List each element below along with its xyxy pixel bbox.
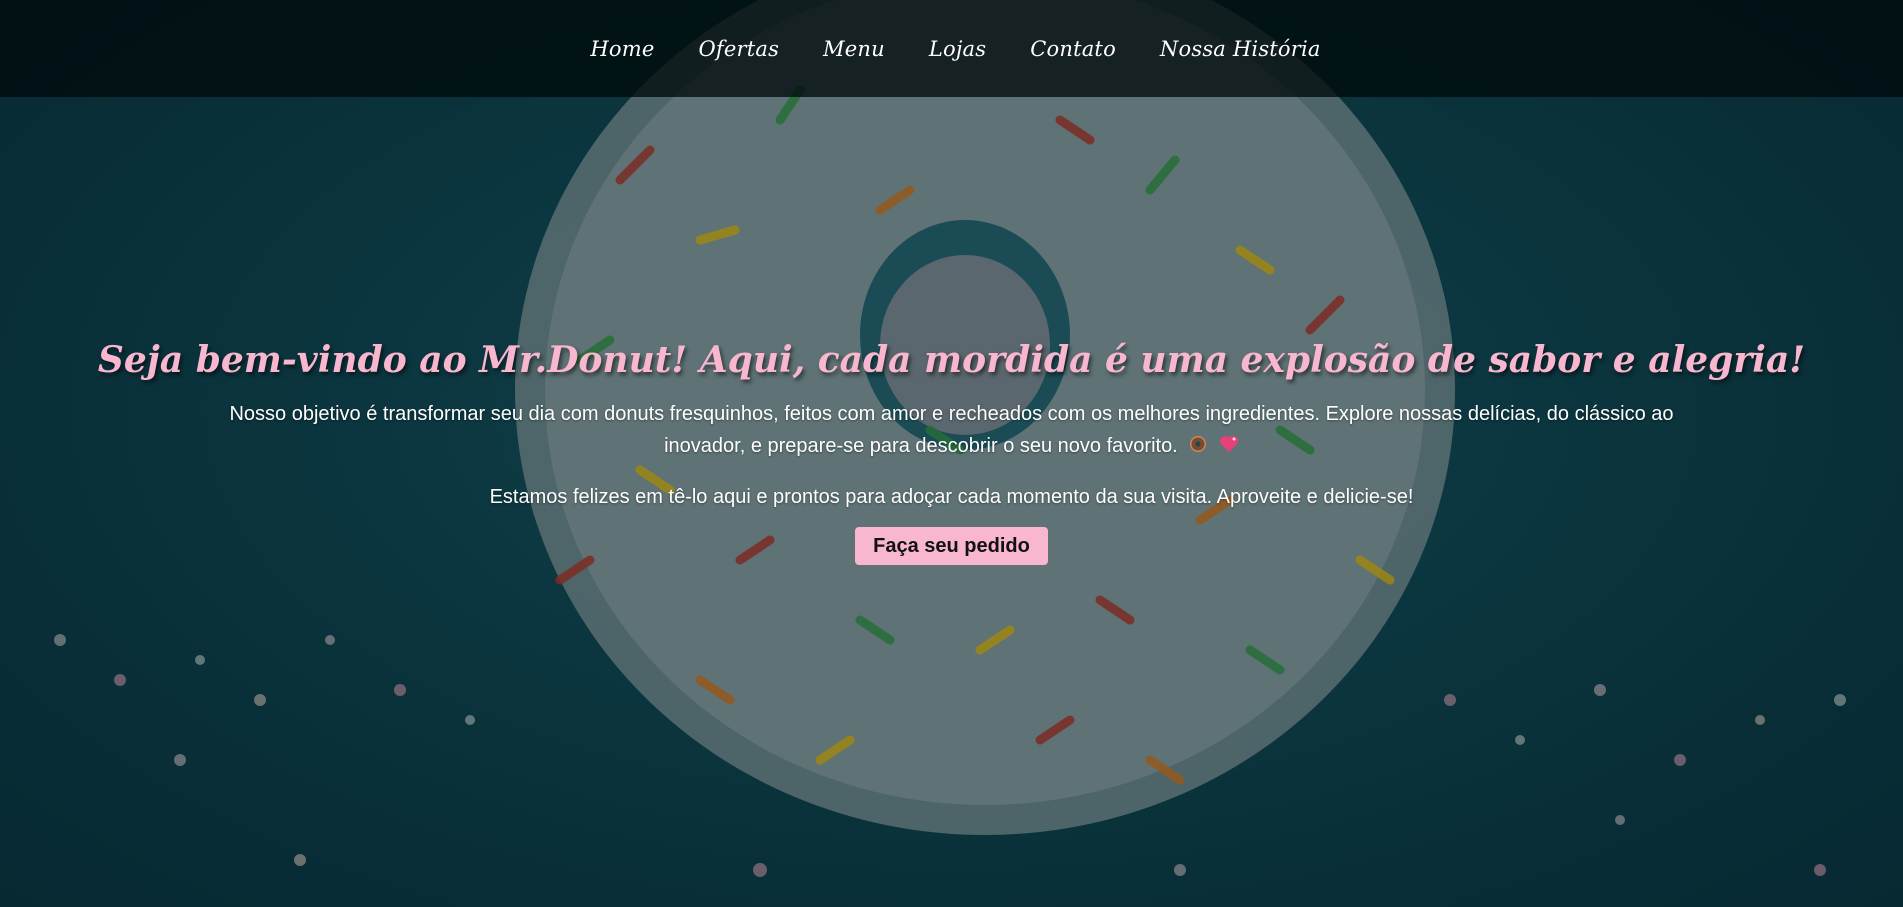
- nav-link-home[interactable]: Home: [590, 37, 654, 61]
- nav-link-lojas[interactable]: Lojas: [929, 37, 986, 61]
- hero-welcome-paragraph: Estamos felizes em tê-lo aqui e prontos …: [489, 485, 1414, 508]
- hero-intro-text: Nosso objetivo é transformar seu dia com…: [229, 403, 1674, 457]
- nav-link-menu[interactable]: Menu: [823, 37, 885, 61]
- order-button[interactable]: Faça seu pedido: [855, 526, 1048, 565]
- hero-content: Seja bem-vindo ao Mr.Donut! Aqui, cada m…: [0, 334, 1903, 565]
- hero-headline: Seja bem-vindo ao Mr.Donut! Aqui, cada m…: [97, 339, 1806, 381]
- nav-link-nossa-historia[interactable]: Nossa História: [1160, 37, 1321, 61]
- hero-intro-paragraph: Nosso objetivo é transformar seu dia com…: [222, 398, 1682, 463]
- sparkling-heart-icon: [1219, 431, 1239, 463]
- nav-link-contato[interactable]: Contato: [1030, 37, 1116, 61]
- nav-link-ofertas[interactable]: Ofertas: [698, 37, 779, 61]
- donut-icon: [1189, 431, 1207, 463]
- hero-section: Home Ofertas Menu Lojas Contato Nossa Hi…: [0, 0, 1903, 907]
- top-navbar: Home Ofertas Menu Lojas Contato Nossa Hi…: [0, 0, 1903, 97]
